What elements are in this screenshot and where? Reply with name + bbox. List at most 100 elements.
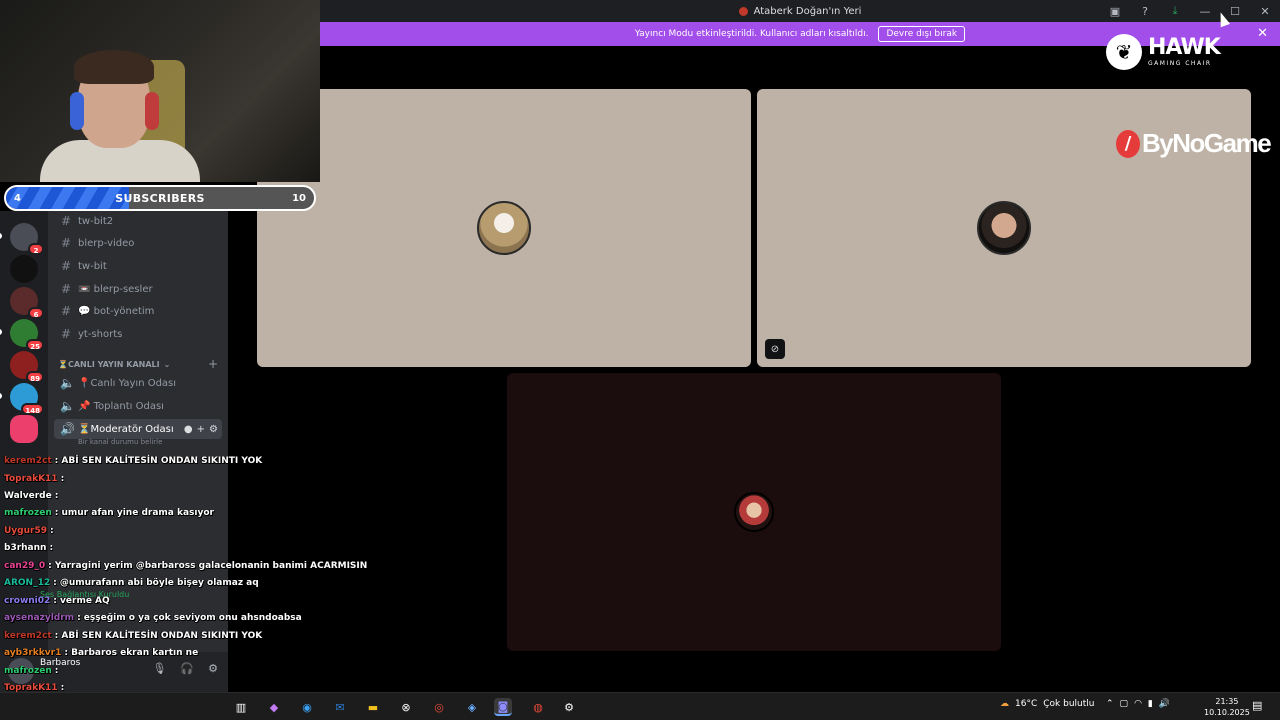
notification-badge: 2 [28,243,44,255]
category-header[interactable]: ⏳CANLI YAYIN KANALI ⌄ + [58,357,218,371]
participant-tile[interactable] [257,89,751,367]
chat-text: umur afan yine drama kasıyor [61,508,214,518]
chat-username: Walverde [4,491,52,501]
copilot-icon[interactable]: ◆ [265,698,283,716]
volume-icon[interactable]: 🔊 [1159,699,1170,709]
banner-close-icon[interactable]: ✕ [1257,26,1268,41]
mute-indicator-icon: ⊘ [765,339,785,359]
title-bar: Ataberk Doğan'ın Yeri ▣ ? ⤓ — ☐ ✕ [320,0,1280,22]
server-icon[interactable]: 148 [10,383,44,415]
server-icon[interactable]: 6 [10,287,44,319]
obs-icon[interactable]: ◍ [529,698,547,716]
participant-avatar [477,201,531,255]
task-view-icon[interactable]: ▥ [232,698,250,716]
notification-badge: 6 [28,307,44,319]
chevron-up-icon[interactable]: ⌃ [1106,699,1114,709]
bynogame-name: ByNoGame [1142,128,1272,158]
system-clock[interactable]: 21:35 10.10.2025 [1204,696,1250,718]
chat-text: ABİ SEN KALİTESİN ONDAN SIKINTI YOK [61,631,263,641]
server-icon[interactable]: 25 [10,319,44,351]
battery-icon[interactable]: ▮ [1148,699,1153,709]
channel-item[interactable]: # blerp-video [54,233,222,253]
unread-pip [0,393,2,399]
chat-text: ABİ SEN KALİTESİN ONDAN SIKINTI YOK [61,456,263,466]
weather-temp: 16°C [1015,699,1038,709]
chat-username: can29_0 [4,561,46,571]
edge-icon[interactable]: ◉ [298,698,316,716]
streamer-hair [74,50,154,84]
gear-icon[interactable]: ⚙ [209,424,218,435]
voice-channel-item-active[interactable]: 🔊 ⏳Moderatör Odası ● + ⚙ [54,419,222,439]
add-member-icon[interactable]: + [197,424,205,435]
notification-badge: 89 [26,371,44,383]
chat-text: Yarragini yerim @barbaross galacelonanin… [54,561,368,571]
minimize-icon[interactable]: — [1190,0,1220,22]
server-icon[interactable] [10,415,38,443]
xbox-icon[interactable]: ⊗ [397,698,415,716]
voice-channel-item[interactable]: 🔈 📌 Toplantı Odası [54,396,222,416]
chat-message: ayb3rkkvr1: Barbaros ekran kartın ne [4,648,198,658]
channel-status-hint[interactable]: Bir kanal durumu belirle [78,438,162,446]
chrome-icon[interactable]: ◎ [430,698,448,716]
discord-icon[interactable]: ◙ [494,698,512,716]
participant-tile[interactable] [507,373,1001,651]
system-tray: ⌃ ▢ ◠ ▮ 🔊 [1106,699,1170,709]
server-icon[interactable]: 2 [10,223,44,255]
chat-username: ayb3rkkvr1 [4,648,62,658]
notification-icon[interactable]: ▤ [1252,699,1262,712]
notification-badge: 148 [21,403,44,415]
inbox-icon[interactable]: ▣ [1100,0,1130,22]
hash-icon: # [60,282,72,296]
wifi-icon[interactable]: ◠ [1134,699,1142,709]
window-title: Ataberk Doğan'ın Yeri [738,5,862,17]
chat-separator: : [54,491,59,501]
headset-right [145,92,159,130]
channel-item[interactable]: # tw-bit [54,256,222,276]
app-icon[interactable]: ◈ [463,698,481,716]
file-explorer-icon[interactable]: ▬ [364,698,382,716]
bynogame-mark-icon: / [1116,129,1140,158]
chat-separator: : [50,526,54,536]
chat-username: ARON_12 [4,578,51,588]
chat-bubble-icon[interactable]: ● [184,424,193,435]
chat-message: Walverde: [4,491,58,501]
chat-username: ToprakK11 [4,474,58,484]
chat-separator: : [60,474,65,484]
channel-item[interactable]: # 💬 bot-yönetim [54,301,222,321]
chat-text: eşşeğim o ya çok seviyom onu ahsndoabsa [83,613,302,623]
chat-message: mafrozen: [4,666,58,676]
server-icon[interactable]: 89 [10,351,44,383]
voice-channel-item[interactable]: 🔈 📍Canlı Yayın Odası [54,373,222,393]
settings-icon[interactable]: ⚙ [560,698,578,716]
webcam-overlay [0,0,320,182]
chat-username: crowni02 [4,596,51,606]
unread-pip [0,329,2,335]
weather-widget[interactable]: ☁ 16°C Çok bulutlu [1000,699,1094,709]
speaker-icon: 🔊 [60,422,75,436]
close-icon[interactable]: ✕ [1250,0,1280,22]
device-icon[interactable]: ▢ [1120,699,1129,709]
chat-message: kerem2ct: ABİ SEN KALİTESİN ONDAN SIKINT… [4,631,262,641]
hawk-sub: GAMING CHAIR [1148,60,1212,67]
chat-separator: : [49,543,54,553]
window-title-text: Ataberk Doğan'ın Yeri [753,5,862,17]
cloudy-icon: ☁ [1000,699,1009,709]
disable-streamer-mode-button[interactable]: Devre dışı bırak [878,26,966,42]
chat-message: ToprakK11: [4,474,64,484]
add-channel-icon[interactable]: + [208,357,218,371]
channel-item[interactable]: # tw-bit2 [54,211,222,231]
chat-separator: : [48,561,55,571]
hash-icon: # [60,259,72,273]
help-icon[interactable]: ? [1130,0,1160,22]
bynogame-logo: / ByNoGame [1116,128,1272,159]
subscriber-label: SUBSCRIBERS [115,191,205,205]
category-label: ⏳CANLI YAYIN KANALI [58,359,160,369]
title-bar-controls: ▣ ? ⤓ — ☐ ✕ [1100,0,1280,22]
channel-item[interactable]: # 📼 blerp-sesler [54,279,222,299]
chat-username: b3rhann [4,543,47,553]
download-icon[interactable]: ⤓ [1160,0,1190,22]
channel-item[interactable]: # yt-shorts [54,324,222,344]
chat-username: kerem2ct [4,456,52,466]
server-icon[interactable] [10,255,38,283]
outlook-icon[interactable]: ✉ [331,698,349,716]
